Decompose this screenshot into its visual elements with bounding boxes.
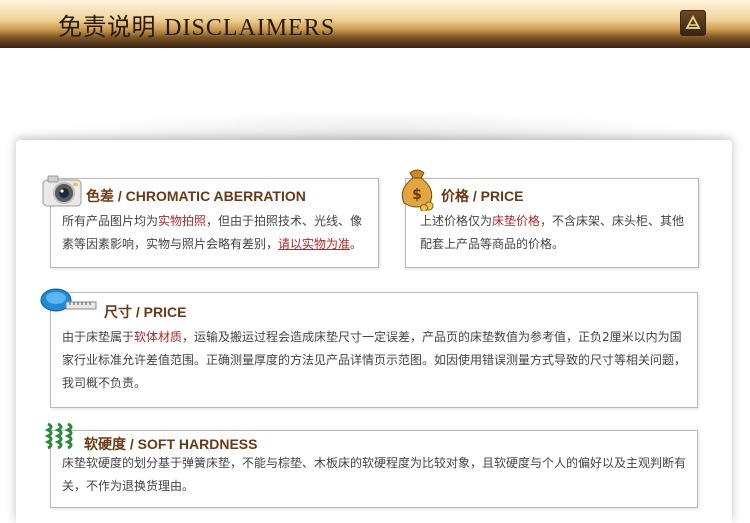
hardness-text: 床垫软硬度的划分基于弹簧床垫，不能与棕垫、木板床的软硬程度为比较对象，且软硬度与… bbox=[62, 456, 687, 493]
color-title: 色差 / CHROMATIC ABERRATION bbox=[86, 188, 306, 204]
panel-shadow bbox=[16, 110, 732, 140]
camera-icon bbox=[40, 170, 84, 214]
spring-icon bbox=[44, 420, 80, 456]
size-title: 尺寸 / PRICE bbox=[104, 304, 187, 320]
color-text: 所有产品图片均为实物拍照，但由于拍照技术、光线、像素等因素影响，实物与照片会略有… bbox=[62, 214, 363, 251]
price-text: 上述价格仅为床垫价格，不含床架、床头柜、其他配套上产品等商品的价格。 bbox=[420, 214, 685, 251]
tape-measure-icon bbox=[40, 286, 98, 320]
svg-text:$: $ bbox=[412, 187, 422, 203]
page-title: 免责说明 DISCLAIMERS bbox=[58, 13, 336, 41]
size-text: 由于床垫属于软体材质，运输及搬运过程会造成床垫尺寸一定误差，产品页的床垫数值为参… bbox=[62, 330, 687, 390]
hardness-title: 软硬度 / SOFT HARDNESS bbox=[84, 436, 258, 452]
money-bag-icon: $ bbox=[396, 163, 438, 215]
price-title: 价格 / PRICE bbox=[441, 188, 524, 204]
header-banner: 免责说明 DISCLAIMERS bbox=[0, 0, 750, 48]
brand-logo-icon bbox=[680, 10, 706, 36]
